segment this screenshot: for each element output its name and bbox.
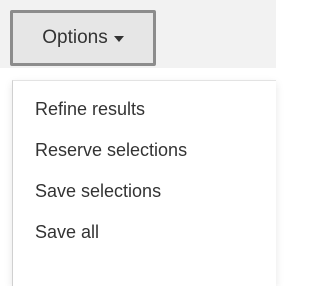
menu-item-save-all[interactable]: Save all bbox=[13, 212, 276, 253]
options-button[interactable]: Options bbox=[10, 10, 156, 66]
page: Options Refine results Reserve selection… bbox=[0, 0, 276, 286]
options-button-label: Options bbox=[42, 27, 108, 48]
menu-item-refine-results[interactable]: Refine results bbox=[13, 89, 276, 130]
menu-item-reserve-selections[interactable]: Reserve selections bbox=[13, 130, 276, 171]
options-dropdown-menu: Refine results Reserve selections Save s… bbox=[12, 80, 276, 286]
menu-item-save-selections[interactable]: Save selections bbox=[13, 171, 276, 212]
toolbar: Options bbox=[0, 0, 276, 68]
caret-down-icon bbox=[113, 36, 124, 42]
